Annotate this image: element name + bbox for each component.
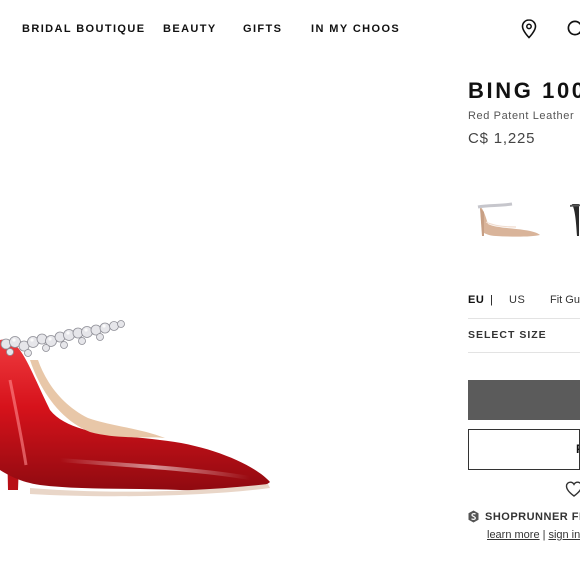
product-price: C$ 1,225	[468, 130, 536, 147]
fit-guide-link[interactable]: Fit Gu	[550, 294, 580, 306]
shoprunner-links-separator: |	[542, 529, 546, 541]
sign-in-link[interactable]: sign in	[548, 529, 580, 541]
size-unit-us[interactable]: US	[509, 294, 525, 306]
shoprunner-links: learn more | sign in	[487, 529, 580, 541]
divider	[468, 352, 580, 353]
nav-item-gifts[interactable]: GIFTS	[243, 23, 282, 35]
select-size-dropdown[interactable]: SELECT SIZE	[468, 329, 547, 341]
nav-item-beauty[interactable]: BEAUTY	[163, 23, 217, 35]
nav-item-in-my-choos[interactable]: IN MY CHOOS	[311, 23, 400, 35]
secondary-action-label: F	[576, 442, 579, 456]
shoprunner-logo-icon	[468, 510, 479, 528]
nav-item-bridal-boutique[interactable]: BRIDAL BOUTIQUE	[22, 23, 145, 35]
top-navigation: BRIDAL BOUTIQUE BEAUTY GIFTS IN MY CHOOS	[0, 0, 580, 58]
secondary-action-button[interactable]: F	[468, 429, 580, 470]
thumbnail-nude[interactable]	[472, 200, 544, 245]
map-pin-icon[interactable]	[521, 19, 537, 44]
shoprunner-label: SHOPRUNNER FR	[485, 511, 580, 523]
product-title: BING 100	[468, 78, 580, 103]
product-page: BRIDAL BOUTIQUE BEAUTY GIFTS IN MY CHOOS	[0, 0, 580, 580]
learn-more-link[interactable]: learn more	[487, 529, 540, 541]
divider	[468, 318, 580, 319]
heart-icon[interactable]	[565, 481, 580, 502]
search-icon[interactable]	[566, 19, 580, 44]
product-subtitle: Red Patent Leather	[468, 110, 575, 122]
add-to-bag-button[interactable]	[468, 380, 580, 420]
size-unit-separator: |	[490, 294, 493, 306]
thumbnail-black[interactable]	[569, 200, 580, 245]
size-unit-eu[interactable]: EU	[468, 294, 484, 306]
product-image	[0, 300, 290, 500]
